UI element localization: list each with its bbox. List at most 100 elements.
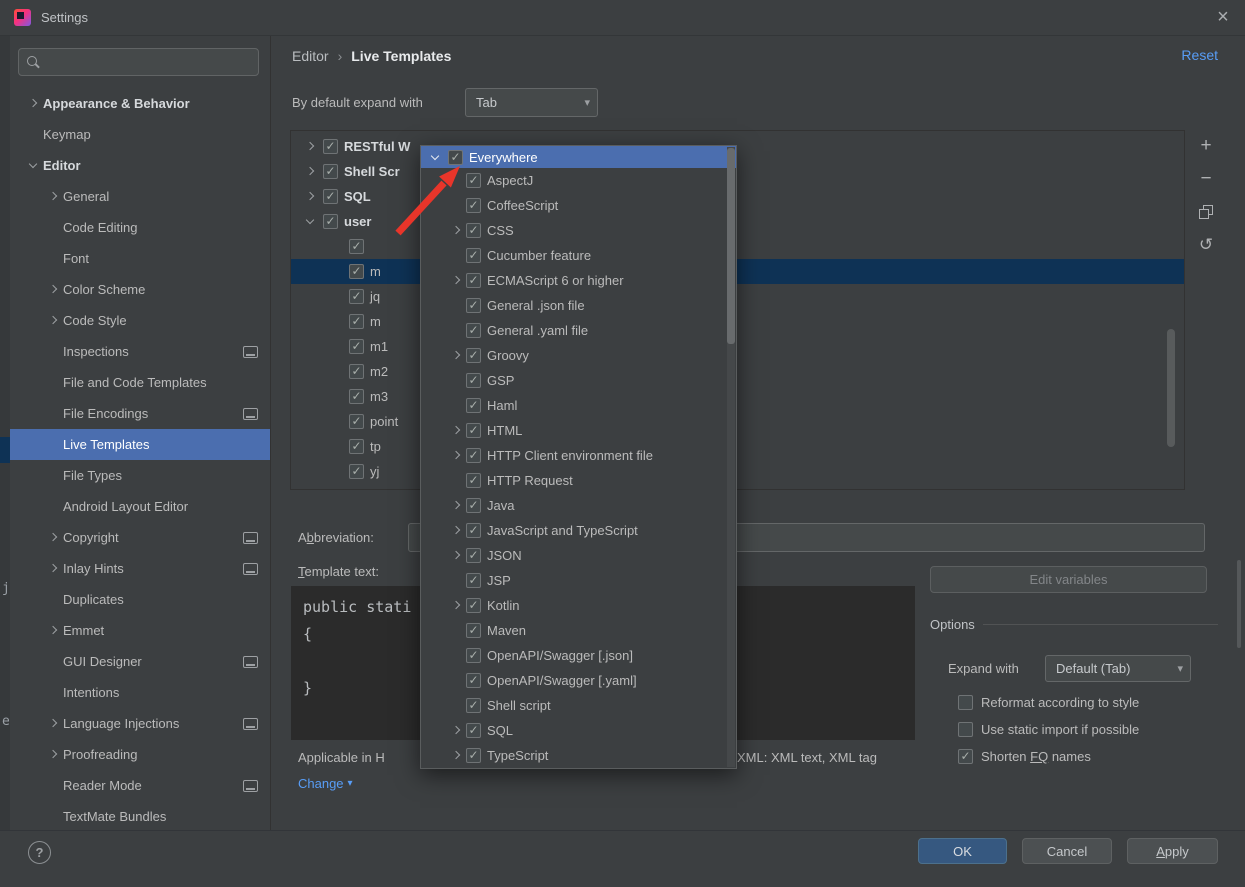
tree-chevron-icon[interactable] [303,214,318,229]
sidebar-item-copyright[interactable]: Copyright [10,522,270,553]
tree-chevron-icon[interactable] [428,150,443,165]
sidebar-item-code-style[interactable]: Code Style [10,305,270,336]
tree-chevron-icon[interactable] [46,282,61,297]
tree-chevron-icon[interactable] [46,716,61,731]
tree-chevron-icon[interactable] [303,189,318,204]
restore-defaults-button[interactable]: ↺ [1193,232,1219,258]
tree-chevron-icon[interactable] [46,468,61,483]
tree-chevron-icon[interactable] [449,273,464,288]
default-expand-dropdown[interactable]: Tab ▾ [465,88,598,117]
template-checkbox[interactable] [323,139,338,154]
context-item-java[interactable]: Java [421,493,736,518]
sidebar-item-live-templates[interactable]: Live Templates [10,429,270,460]
template-checkbox[interactable] [349,239,364,254]
context-checkbox[interactable] [466,723,481,738]
tree-chevron-icon[interactable] [449,523,464,538]
tree-chevron-icon[interactable] [449,398,464,413]
context-checkbox[interactable] [466,248,481,263]
sidebar-item-file-and-code-templates[interactable]: File and Code Templates [10,367,270,398]
tree-chevron-icon[interactable] [46,313,61,328]
help-button[interactable]: ? [28,841,51,864]
template-checkbox[interactable] [349,414,364,429]
ok-button[interactable]: OK [918,838,1007,864]
option-use-static-import-if-possible[interactable]: Use static import if possible [958,716,1220,743]
tree-chevron-icon[interactable] [46,499,61,514]
context-checkbox[interactable] [466,223,481,238]
tree-chevron-icon[interactable] [449,673,464,688]
tree-chevron-icon[interactable] [46,654,61,669]
context-item-groovy[interactable]: Groovy [421,343,736,368]
option-checkbox[interactable] [958,695,973,710]
context-checkbox[interactable] [466,498,481,513]
tree-chevron-icon[interactable] [26,158,41,173]
option-reformat-according-to-style[interactable]: Reformat according to style [958,689,1220,716]
tree-chevron-icon[interactable] [449,623,464,638]
context-item-general-json-file[interactable]: General .json file [421,293,736,318]
sidebar-item-keymap[interactable]: Keymap [10,119,270,150]
context-item-aspectj[interactable]: AspectJ [421,168,736,193]
context-checkbox[interactable] [466,448,481,463]
context-checkbox[interactable] [466,623,481,638]
tree-chevron-icon[interactable] [449,598,464,613]
tree-chevron-icon[interactable] [46,809,61,824]
duplicate-template-button[interactable] [1193,199,1219,225]
close-button[interactable]: × [1201,0,1245,36]
context-item-haml[interactable]: Haml [421,393,736,418]
change-link[interactable]: Change ▾ [298,776,353,791]
search-input[interactable] [47,53,250,71]
sidebar-item-editor[interactable]: Editor [10,150,270,181]
remove-template-button[interactable]: − [1193,166,1219,192]
expand-with-dropdown[interactable]: Default (Tab) ▾ [1045,655,1191,682]
sidebar-item-general[interactable]: General [10,181,270,212]
context-item-html[interactable]: HTML [421,418,736,443]
template-checkbox[interactable] [323,214,338,229]
context-checkbox[interactable] [466,398,481,413]
tree-chevron-icon[interactable] [449,573,464,588]
context-checkbox[interactable] [466,373,481,388]
edit-variables-button[interactable]: Edit variables [930,566,1207,593]
settings-search-box[interactable] [18,48,259,76]
tree-chevron-icon[interactable] [46,437,61,452]
sidebar-item-inspections[interactable]: Inspections [10,336,270,367]
tree-chevron-icon[interactable] [46,189,61,204]
tree-chevron-icon[interactable] [46,530,61,545]
sidebar-item-gui-designer[interactable]: GUI Designer [10,646,270,677]
tree-chevron-icon[interactable] [46,220,61,235]
context-item-typescript[interactable]: TypeScript [421,743,736,768]
tree-chevron-icon[interactable] [449,198,464,213]
context-checkbox[interactable] [466,748,481,763]
settings-scrollbar[interactable] [1237,560,1241,648]
tree-chevron-icon[interactable] [449,723,464,738]
sidebar-item-proofreading[interactable]: Proofreading [10,739,270,770]
tree-chevron-icon[interactable] [449,548,464,563]
context-checkbox[interactable] [466,273,481,288]
template-checkbox[interactable] [349,464,364,479]
breadcrumb-editor[interactable]: Editor [292,48,329,64]
context-checkbox[interactable] [466,298,481,313]
template-checkbox[interactable] [323,189,338,204]
context-item-javascript-and-typescript[interactable]: JavaScript and TypeScript [421,518,736,543]
template-checkbox[interactable] [349,314,364,329]
context-checkbox[interactable] [466,348,481,363]
tree-chevron-icon[interactable] [46,561,61,576]
context-checkbox[interactable] [466,523,481,538]
tree-chevron-icon[interactable] [449,748,464,763]
tree-chevron-icon[interactable] [449,473,464,488]
context-item-everywhere[interactable]: Everywhere [421,146,736,168]
context-checkbox[interactable] [466,473,481,488]
tree-chevron-icon[interactable] [449,648,464,663]
context-item-gsp[interactable]: GSP [421,368,736,393]
tree-chevron-icon[interactable] [26,96,41,111]
sidebar-item-file-types[interactable]: File Types [10,460,270,491]
sidebar-item-code-editing[interactable]: Code Editing [10,212,270,243]
sidebar-item-textmate-bundles[interactable]: TextMate Bundles [10,801,270,830]
tree-chevron-icon[interactable] [303,139,318,154]
context-checkbox[interactable] [466,598,481,613]
tree-chevron-icon[interactable] [449,323,464,338]
context-checkbox[interactable] [466,648,481,663]
sidebar-item-inlay-hints[interactable]: Inlay Hints [10,553,270,584]
option-shorten-fq-names[interactable]: Shorten FQ names [958,743,1220,770]
option-checkbox[interactable] [958,722,973,737]
context-checkbox[interactable] [466,573,481,588]
tree-chevron-icon[interactable] [46,375,61,390]
